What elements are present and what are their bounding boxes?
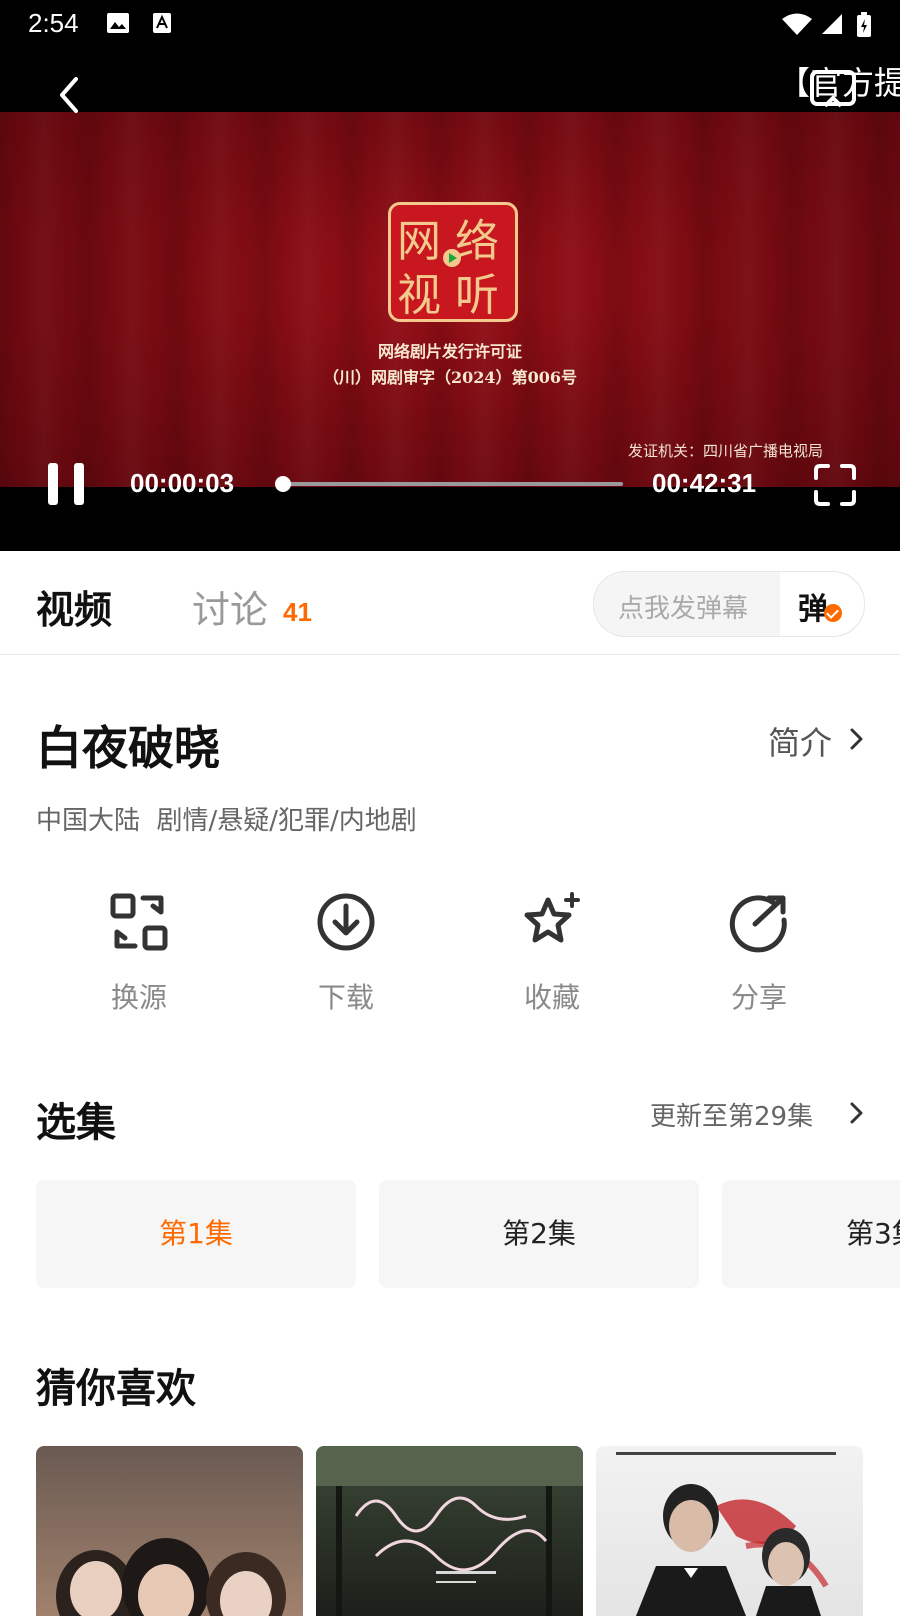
total-time: 00:42:31	[652, 468, 756, 499]
wifi-icon	[780, 12, 814, 36]
recommend-section-title: 猜你喜欢	[36, 1356, 196, 1414]
content-tabs: 视频 讨论 41 点我发弹幕 弹	[0, 551, 900, 655]
tab-video[interactable]: 视频	[36, 579, 112, 634]
license-text: 网络剧片发行许可证	[0, 338, 900, 362]
danmu-toggle-button[interactable]: 弹	[780, 572, 864, 636]
download-icon	[314, 890, 378, 954]
video-player[interactable]: 【官方提 网 络 视 听 网络剧片发行许可证 （川）网剧审字（2024）第006…	[0, 48, 900, 551]
check-icon	[824, 604, 842, 622]
download-button[interactable]: 下载	[276, 890, 416, 1020]
seal-char: 听	[455, 259, 499, 323]
seek-knob[interactable]	[275, 476, 291, 492]
poster-image	[36, 1446, 303, 1616]
show-meta: 中国大陆 剧情/悬疑/犯罪/内地剧	[36, 800, 417, 837]
seal-char: 视	[397, 259, 441, 323]
poster-image	[596, 1446, 863, 1616]
back-arrow-icon[interactable]	[50, 73, 86, 117]
danmu-input[interactable]: 点我发弹幕	[618, 588, 748, 625]
player-controls: 00:00:03 00:42:31	[0, 438, 900, 551]
pause-button[interactable]	[46, 463, 88, 505]
action-label: 收藏	[482, 976, 622, 1016]
text-notification-icon	[152, 12, 172, 34]
switch-source-icon	[107, 890, 171, 954]
episode-1[interactable]: 第1集	[36, 1180, 356, 1288]
battery-icon	[856, 12, 872, 38]
chevron-right-icon[interactable]	[846, 726, 866, 752]
favorite-button[interactable]: 收藏	[482, 890, 622, 1020]
current-time: 00:00:03	[130, 468, 234, 499]
recommend-poster-2[interactable]	[316, 1446, 583, 1616]
recommend-poster-3[interactable]	[596, 1446, 863, 1616]
action-label: 分享	[689, 976, 829, 1016]
seek-bar[interactable]	[283, 482, 623, 486]
status-time: 2:54	[28, 8, 79, 39]
cast-screen-icon[interactable]	[808, 68, 858, 114]
gallery-notification-icon	[106, 12, 130, 34]
recommend-poster-1[interactable]	[36, 1446, 303, 1616]
share-button[interactable]: 分享	[689, 890, 829, 1020]
discussion-count-badge: 41	[283, 597, 312, 628]
danmu-toggle-label: 弹	[798, 584, 828, 628]
intro-link[interactable]: 简介	[768, 718, 832, 764]
episodes-update-link[interactable]: 更新至第29集	[650, 1096, 813, 1133]
action-label: 换源	[69, 976, 209, 1016]
episode-2[interactable]: 第2集	[379, 1180, 699, 1288]
show-title: 白夜破晓	[36, 712, 220, 778]
license-number: （川）网剧审字（2024）第006号	[0, 364, 900, 388]
license-seal-logo: 网 络 视 听	[388, 202, 518, 322]
tab-discussion[interactable]: 讨论	[192, 579, 268, 634]
danmu-box: 点我发弹幕 弹	[593, 571, 865, 637]
seal-play-icon	[443, 249, 461, 267]
poster-image	[316, 1446, 583, 1616]
episode-3[interactable]: 第3集	[722, 1180, 900, 1288]
episodes-section-title: 选集	[36, 1090, 116, 1148]
status-bar: 2:54	[0, 0, 900, 48]
chevron-right-icon[interactable]	[846, 1100, 866, 1126]
switch-source-button[interactable]: 换源	[69, 890, 209, 1020]
share-icon	[727, 890, 791, 954]
action-label: 下载	[276, 976, 416, 1016]
pause-icon	[48, 463, 58, 505]
fullscreen-icon[interactable]	[812, 462, 858, 508]
favorite-star-icon	[520, 890, 584, 954]
signal-icon	[820, 12, 844, 36]
